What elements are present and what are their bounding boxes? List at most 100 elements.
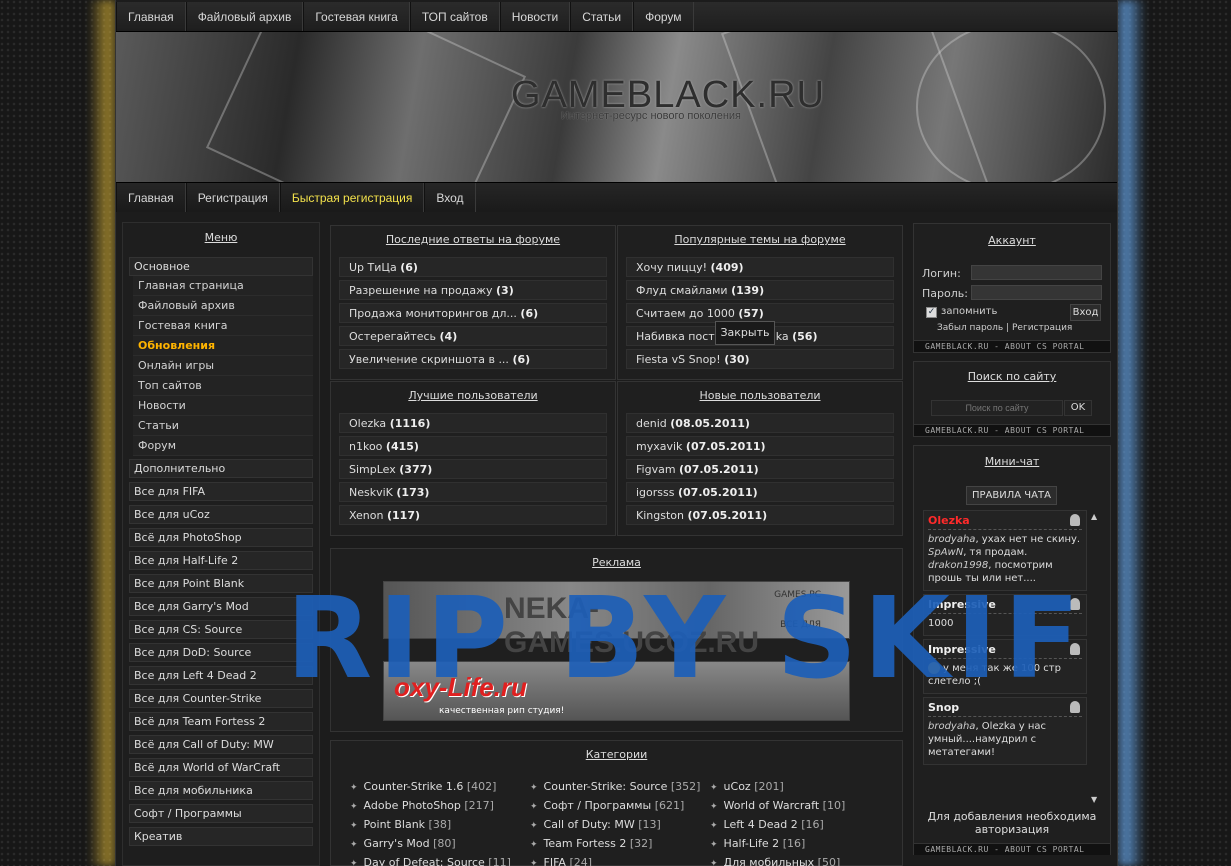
topnav-guestbook[interactable]: Гостевая книга — [303, 2, 410, 31]
menu-item-updates[interactable]: Обновления — [133, 336, 313, 356]
menu-item-ucoz[interactable]: Все для uCoz — [129, 505, 313, 524]
forum-replies-title[interactable]: Последние ответы на форуме — [331, 226, 615, 246]
topnav-forum[interactable]: Форум — [633, 2, 694, 31]
category-link[interactable]: ✦ Day of Defeat: Source [11] — [350, 853, 511, 866]
list-item[interactable]: Olezka (1116) — [339, 413, 607, 433]
menu-item-guestbook[interactable]: Гостевая книга — [133, 316, 313, 336]
list-item[interactable]: Остерегайтесь (4) — [339, 326, 607, 346]
list-item[interactable]: n1koo (415) — [339, 436, 607, 456]
category-link[interactable]: ✦ Counter-Strike 1.6 [402] — [350, 777, 511, 796]
category-link[interactable]: ✦ Team Fortess 2 [32] — [530, 834, 700, 853]
account-links: Забыл пароль | Регистрация — [937, 323, 1073, 333]
category-link[interactable]: ✦ Софт / Программы [621] — [530, 796, 700, 815]
menu-item-world-of-warcraft[interactable]: Всё для World of WarCraft — [129, 758, 313, 777]
register-link[interactable]: Регистрация — [1012, 323, 1072, 333]
list-item[interactable]: Разрешение на продажу (3) — [339, 280, 607, 300]
chat-rules-button[interactable]: ПРАВИЛА ЧАТА — [966, 486, 1057, 505]
list-item[interactable]: Продажа мониторингов дл... (6) — [339, 303, 607, 323]
category-link[interactable]: ✦ Для мобильных [50] — [710, 853, 845, 866]
menu-item-forum[interactable]: Форум — [133, 436, 313, 456]
list-item[interactable]: Fiesta vS Snop! (30) — [626, 349, 894, 369]
list-item[interactable]: Считаем до 1000 (57) — [626, 303, 894, 323]
list-item[interactable]: Kingston (07.05.2011) — [626, 505, 894, 525]
subnav-login[interactable]: Вход — [424, 183, 476, 212]
menu-item-extra[interactable]: Дополнительно — [129, 459, 313, 478]
list-item[interactable]: SimpLex (377) — [339, 459, 607, 479]
account-box: Аккаунт Логин: Пароль: ✓ запомнить Вход … — [913, 223, 1111, 353]
minichat-title: Мини-чат — [984, 455, 1040, 468]
site-container: Главная Файловый архив Гостевая книга ТО… — [115, 0, 1118, 866]
list-item[interactable]: myxavik (07.05.2011) — [626, 436, 894, 456]
rip-watermark: RIP BY SKIF — [286, 574, 1086, 704]
search-title: Поиск по сайту — [967, 370, 1057, 383]
forum-replies-box: Последние ответы на форуме Up ТиЦа (6) Р… — [330, 225, 616, 380]
categories-col-1: ✦ Counter-Strike 1.6 [402] ✦ Adobe PhotoSh… — [350, 777, 511, 866]
best-users-title[interactable]: Лучшие пользователи — [331, 382, 615, 402]
search-box: Поиск по сайту OK GAMEBLACK.RU - ABOUT C… — [913, 361, 1111, 437]
category-link[interactable]: ✦ World of Warcraft [10] — [710, 796, 845, 815]
category-link[interactable]: ✦ uCoz [201] — [710, 777, 845, 796]
list-item[interactable]: Хочу пиццу! (409) — [626, 257, 894, 277]
scroll-down-icon[interactable]: ▼ — [1091, 795, 1097, 804]
close-tooltip[interactable]: Закрыть — [715, 321, 775, 345]
subnav-home[interactable]: Главная — [116, 183, 186, 212]
account-title: Аккаунт — [988, 234, 1036, 247]
list-item[interactable]: Figvam (07.05.2011) — [626, 459, 894, 479]
category-link[interactable]: ✦ Garry's Mod [80] — [350, 834, 511, 853]
scroll-up-icon[interactable]: ▲ — [1091, 512, 1100, 521]
subnav-quick-register[interactable]: Быстрая регистрация — [279, 183, 425, 212]
menu-item-articles[interactable]: Статьи — [133, 416, 313, 436]
banner-scope-circle — [916, 32, 1106, 182]
list-item[interactable]: igorsss (07.05.2011) — [626, 482, 894, 502]
topnav-news[interactable]: Новости — [499, 2, 571, 31]
password-input[interactable] — [971, 285, 1102, 300]
search-ok-button[interactable]: OK — [1064, 400, 1092, 416]
chat-author[interactable]: Olezka — [928, 514, 1082, 530]
category-link[interactable]: ✦ Adobe PhotoShop [217] — [350, 796, 511, 815]
list-item[interactable]: Xenon (117) — [339, 505, 607, 525]
list-item[interactable]: Увеличение скриншота в ... (6) — [339, 349, 607, 369]
chat-scrollbar[interactable]: ▲ ▼ — [1091, 512, 1100, 804]
menu-item-creative[interactable]: Креатив — [129, 827, 313, 846]
ad-banner-oxylife-sub: качественная рип студия! — [439, 706, 565, 716]
list-item[interactable]: NeskviK (173) — [339, 482, 607, 502]
list-item[interactable]: Up ТиЦа (6) — [339, 257, 607, 277]
menu-title: Меню — [204, 231, 238, 244]
menu-item-team-fortress-2[interactable]: Всё для Team Fortess 2 — [129, 712, 313, 731]
login-input[interactable] — [971, 265, 1102, 280]
menu-item-software[interactable]: Софт / Программы — [129, 804, 313, 823]
menu-item-photoshop[interactable]: Всё для PhotoShop — [129, 528, 313, 547]
category-link[interactable]: ✦ Half-Life 2 [16] — [710, 834, 845, 853]
menu-item-online-games[interactable]: Онлайн игры — [133, 356, 313, 376]
popular-topics-title[interactable]: Популярные темы на форуме — [618, 226, 902, 246]
search-input[interactable] — [931, 400, 1063, 416]
chat-message: Snop brodyaha, Olezka у нас умный....нам… — [923, 697, 1087, 765]
menu-item-top-sites[interactable]: Топ сайтов — [133, 376, 313, 396]
remember-checkbox[interactable]: ✓ — [926, 307, 937, 318]
menu-submenu: Главная страница Файловый архив Гостевая… — [133, 276, 313, 456]
menu-item-fifa[interactable]: Все для FIFA — [129, 482, 313, 501]
menu-section-main[interactable]: Основное — [129, 257, 313, 276]
topnav-top-sites[interactable]: ТОП сайтов — [409, 2, 500, 31]
menu-item-half-life-2[interactable]: Все для Half-Life 2 — [129, 551, 313, 570]
chat-auth-notice: Для добавления необходима авторизация — [927, 810, 1097, 836]
category-link[interactable]: ✦ Call of Duty: MW [13] — [530, 815, 700, 834]
forgot-password-link[interactable]: Забыл пароль — [937, 323, 1003, 333]
menu-item-news[interactable]: Новости — [133, 396, 313, 416]
category-link[interactable]: ✦ Counter-Strike: Source [352] — [530, 777, 700, 796]
category-link[interactable]: ✦ Point Blank [38] — [350, 815, 511, 834]
subnav-register[interactable]: Регистрация — [185, 183, 280, 212]
topnav-articles[interactable]: Статьи — [570, 2, 634, 31]
list-item[interactable]: Флуд смайлами (139) — [626, 280, 894, 300]
menu-item-files[interactable]: Файловый архив — [133, 296, 313, 316]
category-link[interactable]: ✦ Left 4 Dead 2 [16] — [710, 815, 845, 834]
topnav-home[interactable]: Главная — [116, 2, 186, 31]
menu-item-call-of-duty[interactable]: Всё для Call of Duty: MW — [129, 735, 313, 754]
menu-item-mobile[interactable]: Все для мобильника — [129, 781, 313, 800]
topnav-files[interactable]: Файловый архив — [185, 2, 304, 31]
new-users-title[interactable]: Новые пользователи — [618, 382, 902, 402]
menu-item-home[interactable]: Главная страница — [133, 276, 313, 296]
list-item[interactable]: denid (08.05.2011) — [626, 413, 894, 433]
category-link[interactable]: ✦ FIFA [24] — [530, 853, 700, 866]
login-button[interactable]: Вход — [1070, 304, 1101, 321]
